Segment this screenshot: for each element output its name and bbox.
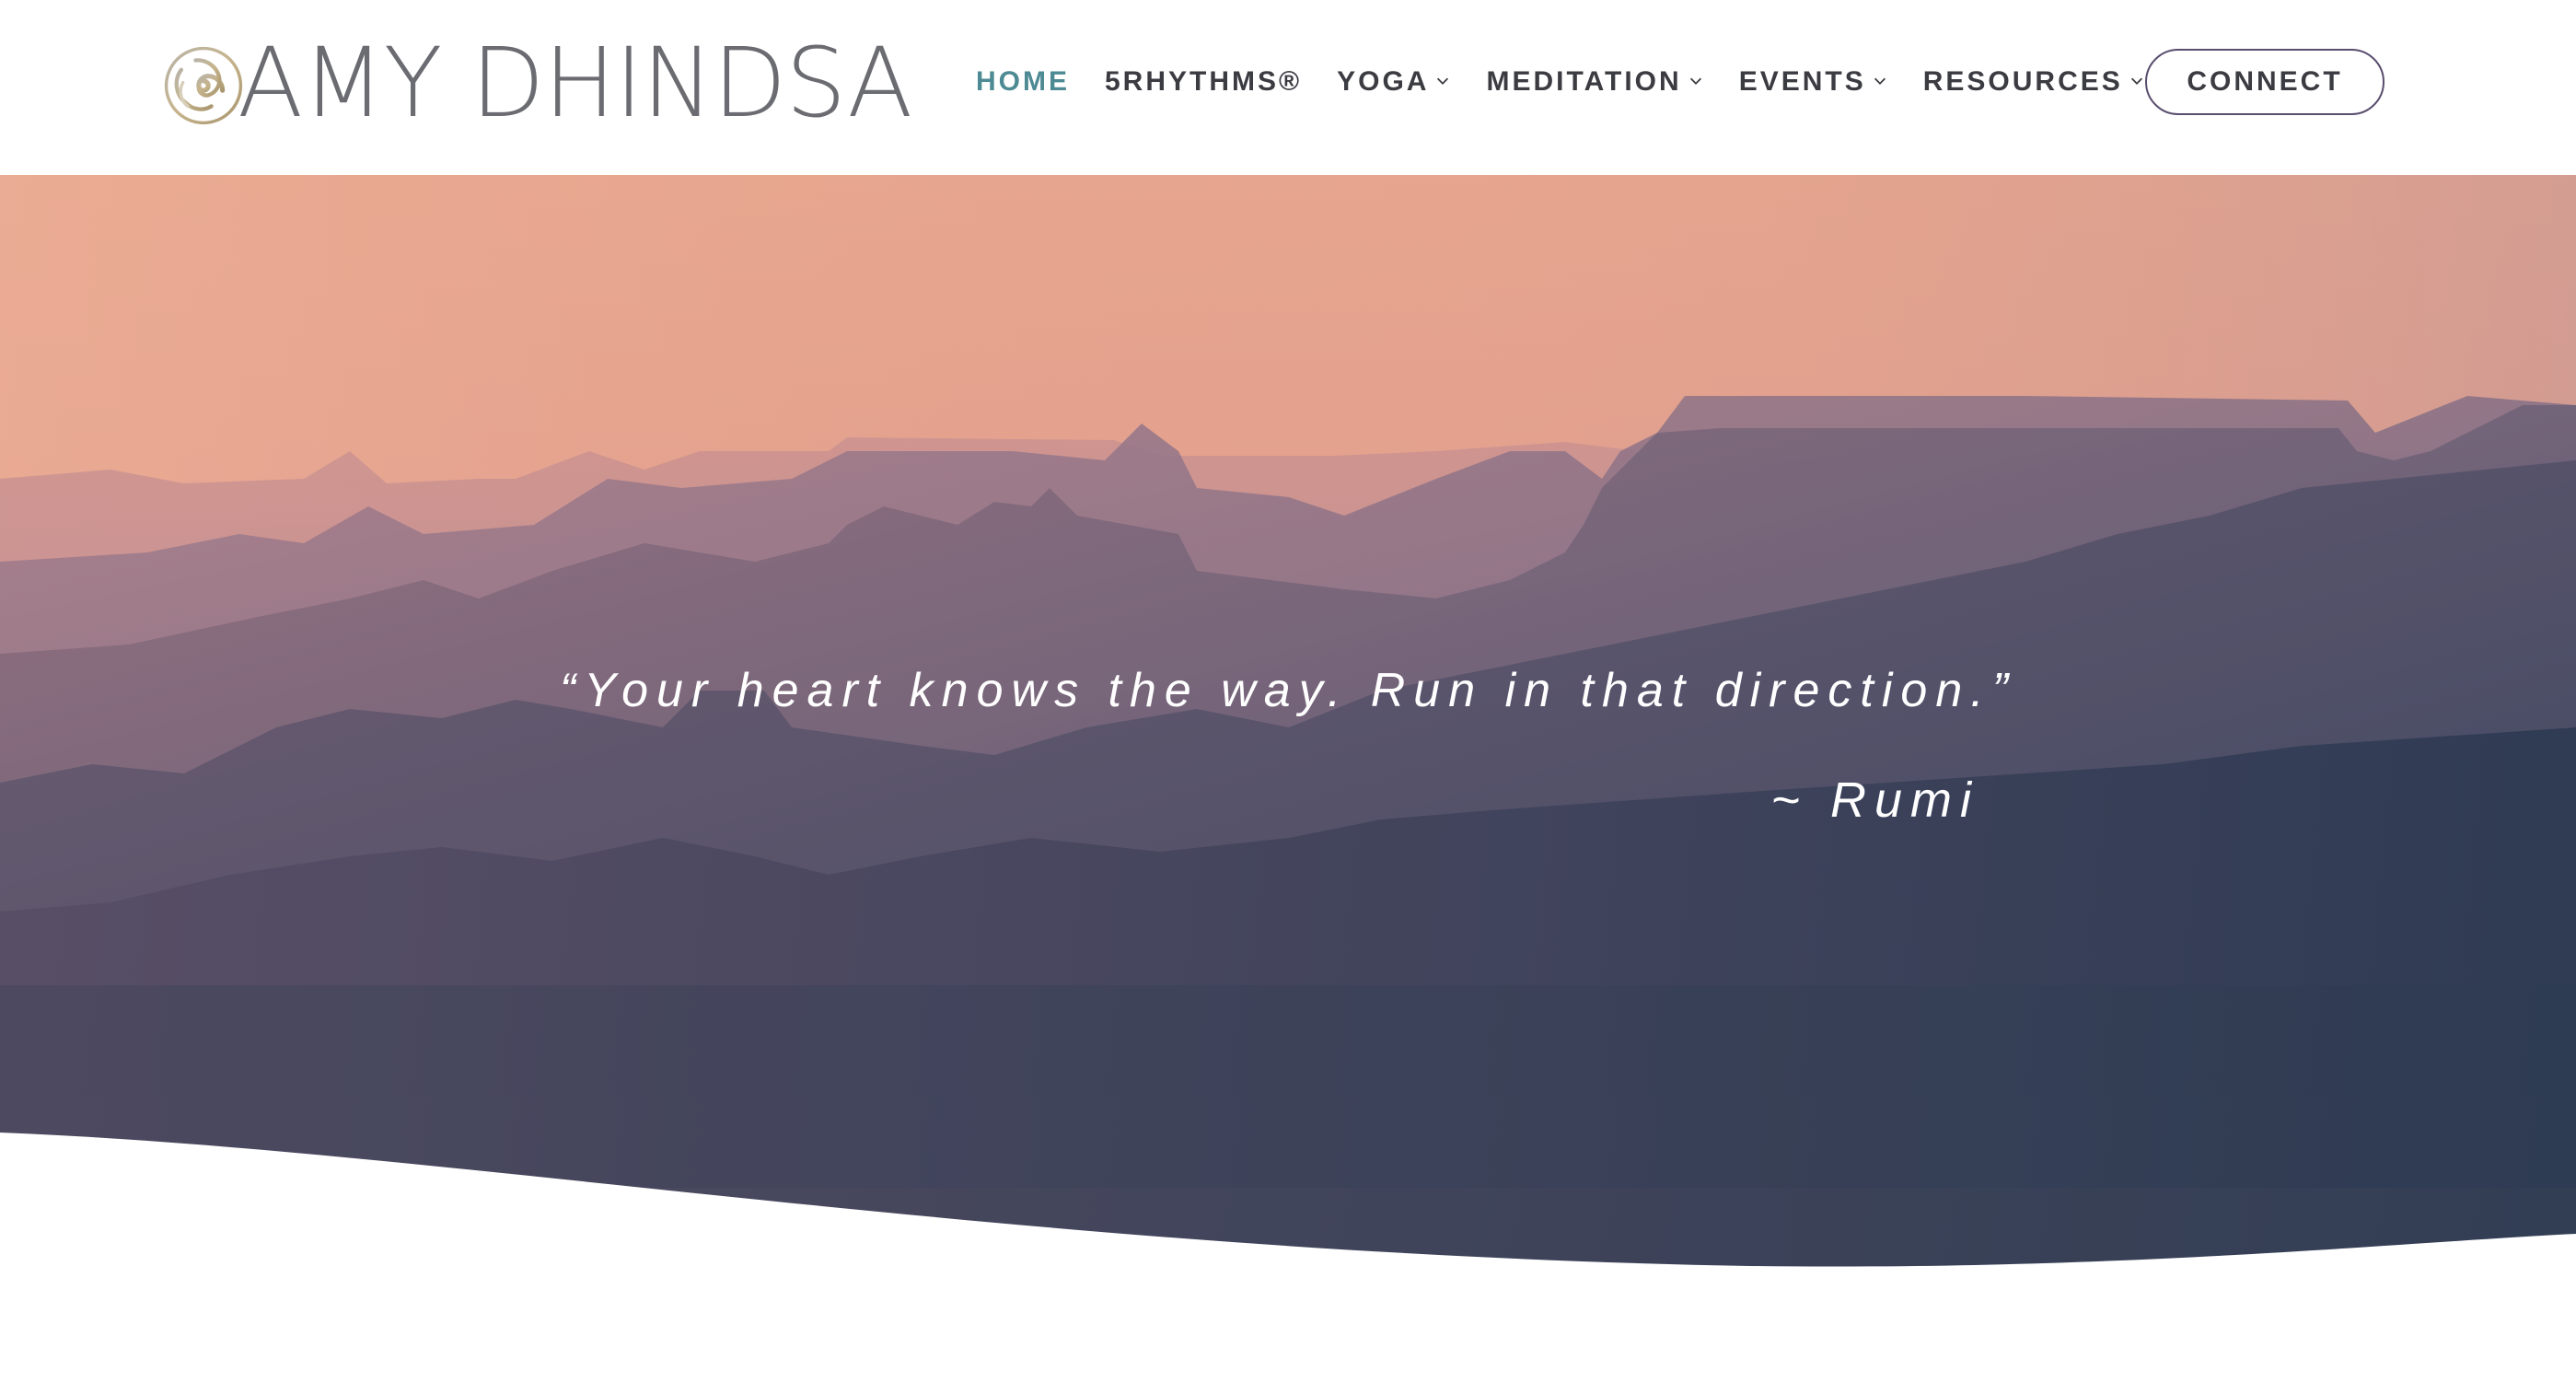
hero-quote: “Your heart knows the way. Run in that d… [559, 664, 2017, 717]
nav-item-resources[interactable]: RESOURCES [1923, 66, 2145, 98]
nav-item-label: YOGA [1337, 66, 1430, 97]
connect-button[interactable]: CONNECT [2145, 49, 2385, 115]
nav-item-yoga[interactable]: YOGA [1337, 66, 1451, 98]
canyon-landscape-image [0, 175, 2576, 1280]
nav-item-label: HOME [976, 66, 1070, 97]
chevron-down-icon [1689, 77, 1701, 85]
site-header: AMY DHINDSA HOME 5RHYTHMS® YOGA MEDITATI… [0, 0, 2576, 175]
nav-item-label: 5RHYTHMS® [1105, 66, 1303, 97]
nav-item-home[interactable]: HOME [976, 66, 1070, 98]
nav-item-label: MEDITATION [1486, 66, 1682, 97]
main-nav: HOME 5RHYTHMS® YOGA MEDITATION EVENTS RE… [976, 0, 2180, 164]
nav-item-events[interactable]: EVENTS [1739, 66, 1888, 98]
chevron-down-icon [1437, 77, 1449, 85]
spiral-swirl-icon [164, 46, 243, 125]
quote-attribution: ~ Rumi [1770, 773, 1979, 828]
site-logo[interactable]: AMY DHINDSA [164, 27, 912, 139]
chevron-down-icon [2130, 77, 2142, 85]
nav-item-label: RESOURCES [1922, 66, 2123, 97]
chevron-down-icon [1874, 77, 1886, 85]
hero-banner: “Your heart knows the way. Run in that d… [0, 175, 2576, 1280]
nav-item-5rhythms[interactable]: 5RHYTHMS® [1105, 66, 1302, 98]
logo-wordmark: AMY DHINDSA [238, 27, 912, 139]
nav-item-label: EVENTS [1738, 66, 1866, 97]
nav-item-meditation[interactable]: MEDITATION [1486, 66, 1703, 98]
